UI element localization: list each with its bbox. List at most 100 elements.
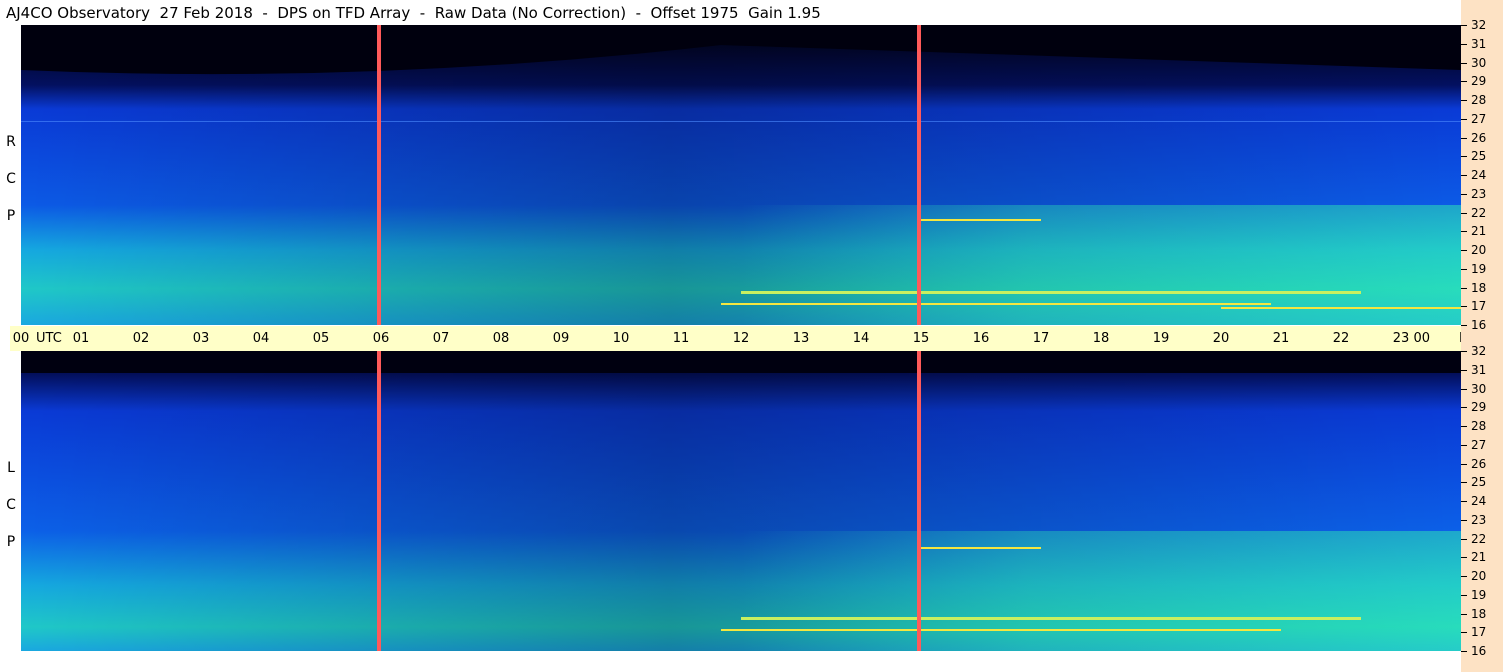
y-tick-mark xyxy=(1461,81,1467,82)
y-tick-label: 19 xyxy=(1471,588,1487,602)
y-tick-mark xyxy=(1461,407,1467,408)
y-tick-label: 26 xyxy=(1471,457,1487,471)
x-unit-label: UTC xyxy=(36,331,62,346)
y-tick-label: 20 xyxy=(1471,569,1487,583)
x-tick-label: 15 xyxy=(912,331,930,346)
y-tick-mark xyxy=(1461,269,1467,270)
x-tick-label: 11 xyxy=(672,331,690,346)
lcp-label-letter: P xyxy=(6,534,16,550)
rcp-label-letter: P xyxy=(6,208,16,224)
x-tick-label: 00 xyxy=(12,331,30,346)
y-tick-label: 21 xyxy=(1471,224,1487,238)
y-tick-label: 26 xyxy=(1471,131,1487,145)
x-tick-label: 12 xyxy=(732,331,750,346)
y-tick-mark xyxy=(1461,426,1467,427)
lcp-label-letter: L xyxy=(7,460,15,476)
x-tick-label: 22 xyxy=(1332,331,1350,346)
y-tick-mark xyxy=(1461,370,1467,371)
y-tick-label: 22 xyxy=(1471,532,1487,546)
y-tick-label: 27 xyxy=(1471,438,1487,452)
y-tick-label: 23 xyxy=(1471,513,1487,527)
frequency-axis: 16 17 18 19 20 21 22 23 24 25 26 27 28 29 30 31 32 16 17 18… xyxy=(1461,0,1503,672)
rcp-spectrogram-svg xyxy=(21,25,1461,325)
time-axis: 00 01 02 03 04 05 06 07 08 09 10 11 12 13 14 15 16 17 18 19… xyxy=(10,326,1487,351)
x-tick-label: 14 xyxy=(852,331,870,346)
y-tick-label: 25 xyxy=(1471,475,1487,489)
y-tick-mark xyxy=(1461,557,1467,558)
y-tick-label: 30 xyxy=(1471,382,1487,396)
y-tick-label: 21 xyxy=(1471,550,1487,564)
y-tick-mark xyxy=(1461,595,1467,596)
y-tick-mark xyxy=(1461,119,1467,120)
y-tick-label: 25 xyxy=(1471,149,1487,163)
y-tick-label: 18 xyxy=(1471,607,1487,621)
x-tick-label: 18 xyxy=(1092,331,1110,346)
x-tick-label: 16 xyxy=(972,331,990,346)
y-tick-label: 28 xyxy=(1471,93,1487,107)
y-tick-label: 18 xyxy=(1471,281,1487,295)
x-tick-label: 08 xyxy=(492,331,510,346)
x-tick-label: 07 xyxy=(432,331,450,346)
y-tick-mark xyxy=(1461,325,1467,326)
lcp-label: L C P xyxy=(3,450,19,561)
rcp-spectrogram xyxy=(21,25,1461,325)
lcp-spectrogram xyxy=(21,351,1461,651)
x-tick-label: 20 xyxy=(1212,331,1230,346)
y-tick-mark xyxy=(1461,501,1467,502)
y-tick-label: 28 xyxy=(1471,419,1487,433)
y-tick-mark xyxy=(1461,288,1467,289)
x-tick-label: 01 xyxy=(72,331,90,346)
x-tick-label: 19 xyxy=(1152,331,1170,346)
y-tick-label: 16 xyxy=(1471,644,1487,658)
y-tick-label: 31 xyxy=(1471,37,1487,51)
y-tick-label: 24 xyxy=(1471,494,1487,508)
lcp-spectrogram-svg xyxy=(21,351,1461,651)
x-tick-label: 13 xyxy=(792,331,810,346)
x-tick-label: 00 xyxy=(1413,331,1430,346)
y-tick-label: 17 xyxy=(1471,625,1487,639)
y-tick-mark xyxy=(1461,351,1467,352)
y-tick-mark xyxy=(1461,63,1467,64)
y-tick-mark xyxy=(1461,539,1467,540)
y-tick-label: 22 xyxy=(1471,206,1487,220)
y-tick-mark xyxy=(1461,175,1467,176)
x-tick-label: 21 xyxy=(1272,331,1290,346)
y-tick-mark xyxy=(1461,445,1467,446)
y-tick-mark xyxy=(1461,25,1467,26)
x-tick-label: 02 xyxy=(132,331,150,346)
y-tick-mark xyxy=(1461,306,1467,307)
x-tick-label: 10 xyxy=(612,331,630,346)
y-tick-label: 24 xyxy=(1471,168,1487,182)
x-tick-label: 03 xyxy=(192,331,210,346)
y-tick-label: 16 xyxy=(1471,318,1487,332)
y-tick-mark xyxy=(1461,194,1467,195)
y-tick-mark xyxy=(1461,250,1467,251)
y-tick-mark xyxy=(1461,44,1467,45)
y-tick-label: 27 xyxy=(1471,112,1487,126)
rcp-label-letter: C xyxy=(6,171,16,187)
y-tick-mark xyxy=(1461,464,1467,465)
y-tick-label: 20 xyxy=(1471,243,1487,257)
y-tick-mark xyxy=(1461,632,1467,633)
lcp-label-letter: C xyxy=(6,497,16,513)
y-tick-mark xyxy=(1461,520,1467,521)
y-tick-label: 29 xyxy=(1471,74,1487,88)
y-tick-mark xyxy=(1461,100,1467,101)
x-tick-label: 05 xyxy=(312,331,330,346)
y-tick-mark xyxy=(1461,576,1467,577)
y-tick-label: 23 xyxy=(1471,187,1487,201)
y-tick-mark xyxy=(1461,231,1467,232)
y-tick-label: 17 xyxy=(1471,299,1487,313)
x-tick-label: 06 xyxy=(372,331,390,346)
y-tick-mark xyxy=(1461,213,1467,214)
y-tick-label: 29 xyxy=(1471,400,1487,414)
chart-title: AJ4CO Observatory 27 Feb 2018 - DPS on T… xyxy=(6,4,821,22)
y-tick-mark xyxy=(1461,651,1467,652)
rcp-label-letter: R xyxy=(6,134,16,150)
y-tick-label: 19 xyxy=(1471,262,1487,276)
y-tick-label: 32 xyxy=(1471,344,1487,358)
x-tick-label: 17 xyxy=(1032,331,1050,346)
x-tick-label: 04 xyxy=(252,331,270,346)
y-tick-mark xyxy=(1461,389,1467,390)
y-tick-mark xyxy=(1461,138,1467,139)
